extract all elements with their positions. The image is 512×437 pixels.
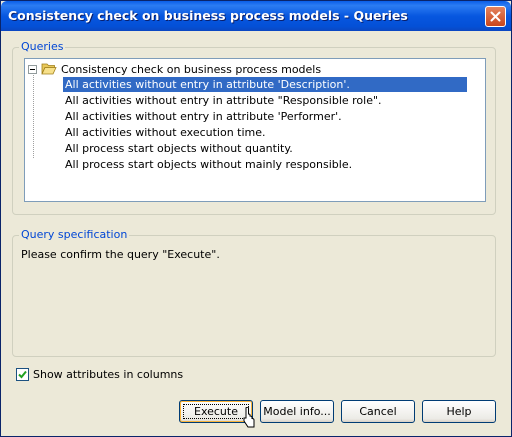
show-attributes-option[interactable]: Show attributes in columns [16, 368, 183, 381]
cancel-button-label: Cancel [359, 405, 397, 418]
tree-item-query-4[interactable]: All activities without execution time. [63, 125, 268, 140]
tree-item-query-2[interactable]: All activities without entry in attribut… [63, 93, 384, 108]
tree-connector-line [33, 72, 34, 158]
close-icon [490, 11, 501, 22]
queries-group-label: Queries [19, 40, 66, 53]
queries-group: Queries Consistency check on business pr… [12, 40, 496, 215]
tree-item-query-3[interactable]: All activities without entry in attribut… [63, 109, 344, 124]
mouse-pointer-icon [243, 407, 255, 428]
query-specification-group: Query specification Please confirm the q… [12, 228, 496, 357]
show-attributes-label: Show attributes in columns [33, 368, 184, 381]
window-title: Consistency check on business process mo… [8, 8, 408, 23]
tree-root-node[interactable]: Consistency check on business process mo… [28, 61, 321, 77]
tree-item-query-5[interactable]: All process start objects without quanti… [63, 141, 295, 156]
focus-rectangle [183, 404, 249, 419]
model-info-button-label: Model info... [263, 405, 331, 418]
model-info-button[interactable]: Model info... [260, 400, 334, 423]
tree-item-query-1[interactable]: All activities without entry in attribut… [63, 77, 467, 92]
show-attributes-checkbox[interactable] [16, 368, 29, 381]
open-folder-icon [41, 63, 57, 75]
help-button-label: Help [446, 405, 472, 418]
dialog-window: Consistency check on business process mo… [0, 0, 512, 437]
queries-tree[interactable]: Consistency check on business process mo… [24, 58, 486, 202]
dialog-body: Queries Consistency check on business pr… [4, 31, 508, 434]
tree-root-label: Consistency check on business process mo… [61, 62, 322, 76]
close-button[interactable] [485, 6, 506, 27]
tree-item-query-6[interactable]: All process start objects without mainly… [63, 157, 354, 172]
cancel-button[interactable]: Cancel [341, 400, 415, 423]
query-specification-label: Query specification [19, 228, 130, 241]
collapse-icon[interactable] [28, 64, 37, 74]
query-specification-text: Please confirm the query "Execute". [21, 248, 220, 261]
checkmark-icon [18, 370, 27, 379]
help-button[interactable]: Help [422, 400, 496, 423]
title-bar[interactable]: Consistency check on business process mo… [1, 1, 511, 31]
